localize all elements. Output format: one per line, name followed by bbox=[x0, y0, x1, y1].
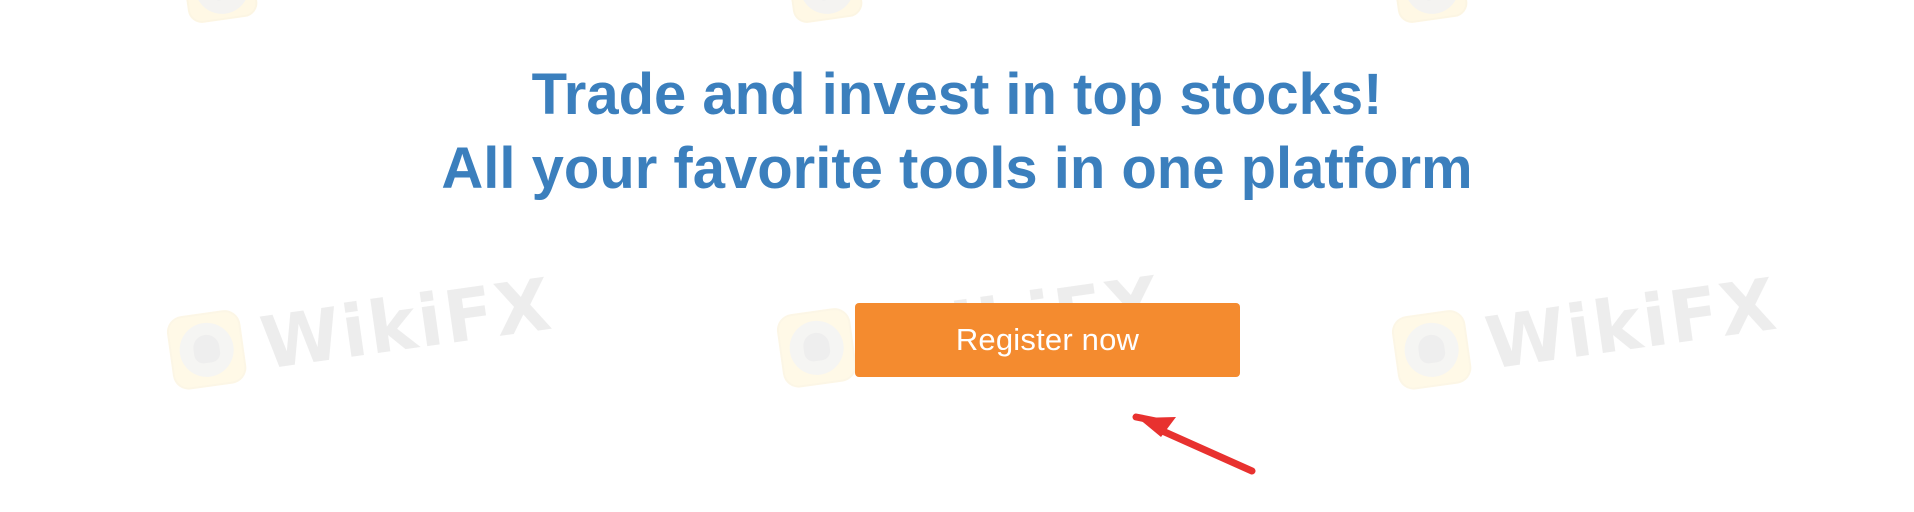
watermark bbox=[785, 0, 865, 25]
watermark: WikiFX bbox=[162, 247, 559, 410]
register-now-button[interactable]: Register now bbox=[855, 303, 1240, 377]
wikifx-logo-icon bbox=[164, 308, 249, 392]
page-canvas: WikiFX WikiFX WikiFX Trade and invest in… bbox=[0, 0, 1914, 512]
wikifx-logo-icon bbox=[180, 0, 260, 25]
wikifx-logo-icon bbox=[774, 306, 859, 390]
wikifx-logo-icon bbox=[1389, 308, 1474, 392]
watermark: WikiFX bbox=[1387, 247, 1784, 410]
watermark-text: WikiFX bbox=[255, 261, 558, 386]
headline-line-1: Trade and invest in top stocks! bbox=[531, 62, 1383, 127]
watermark bbox=[1390, 0, 1470, 25]
watermark bbox=[180, 0, 260, 25]
annotation-arrow-icon bbox=[1132, 413, 1256, 475]
headline-line-2: All your favorite tools in one platform bbox=[441, 136, 1473, 201]
wikifx-logo-icon bbox=[1390, 0, 1470, 25]
watermark-text: WikiFX bbox=[1480, 261, 1783, 386]
wikifx-logo-icon bbox=[785, 0, 865, 25]
